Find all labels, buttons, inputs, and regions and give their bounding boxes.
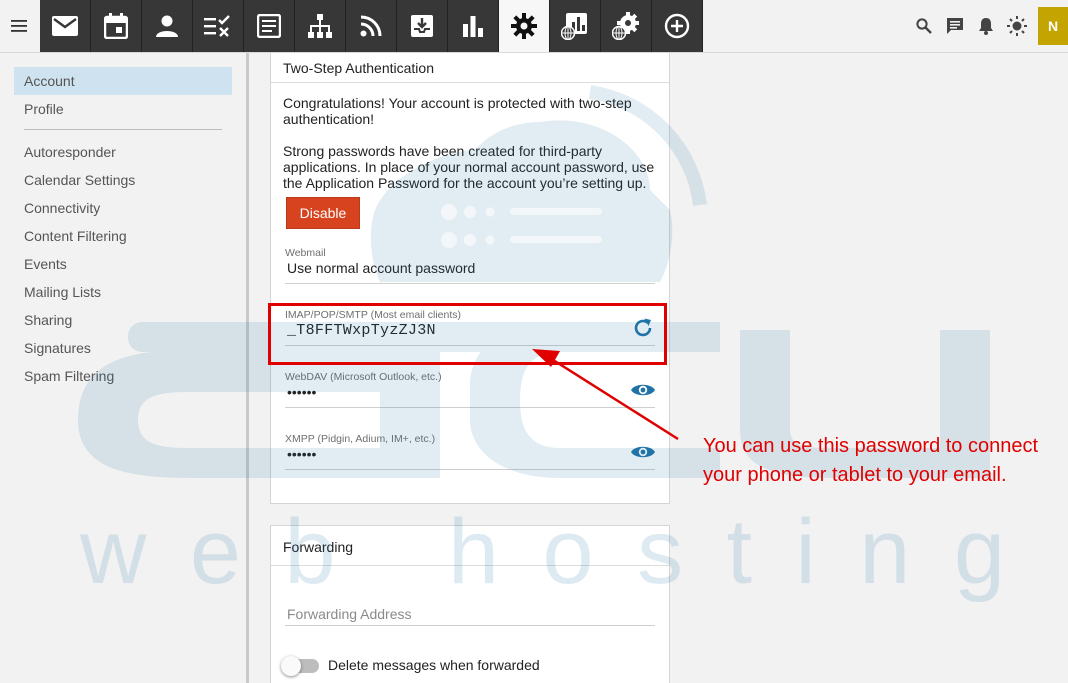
app-reports[interactable] xyxy=(448,0,499,52)
search-icon xyxy=(915,18,932,34)
two-step-info-text: Strong passwords have been created for t… xyxy=(283,143,655,191)
chat-icon xyxy=(946,18,963,34)
theme-button[interactable] xyxy=(1001,0,1032,52)
app-switcher xyxy=(40,0,703,52)
two-step-auth-card: Two-Step Authentication Congratulations!… xyxy=(270,53,670,504)
app-archive[interactable] xyxy=(397,0,448,52)
hamburger-menu-button[interactable] xyxy=(0,0,40,52)
notes-icon xyxy=(257,14,281,38)
app-mail[interactable] xyxy=(40,0,91,52)
sidebar-item-sharing[interactable]: Sharing xyxy=(14,306,232,334)
card-title-divider xyxy=(271,565,669,566)
sidebar-item-signatures[interactable]: Signatures xyxy=(14,334,232,362)
xmpp-password-value[interactable]: •••••• xyxy=(287,446,316,462)
sidebar-item-autoresponder[interactable]: Autoresponder xyxy=(14,138,232,166)
sidebar-item-profile[interactable]: Profile xyxy=(14,95,232,123)
app-calendar[interactable] xyxy=(91,0,142,52)
imap-highlight-box xyxy=(268,303,667,365)
bell-icon xyxy=(978,18,993,35)
xmpp-field-label: XMPP (Pidgin, Adium, IM+, etc.) xyxy=(285,433,436,445)
webmail-field-value: Use normal account password xyxy=(287,260,476,276)
webmail-field-label: Webmail xyxy=(285,247,326,259)
search-button[interactable] xyxy=(908,0,939,52)
domain-reports-icon xyxy=(561,13,587,40)
settings-content: Two-Step Authentication Congratulations!… xyxy=(249,53,1068,683)
app-add[interactable] xyxy=(652,0,703,52)
show-xmpp-password-button[interactable] xyxy=(629,438,657,466)
webdav-field-label: WebDAV (Microsoft Outlook, etc.) xyxy=(285,371,442,383)
app-domain-reports[interactable] xyxy=(550,0,601,52)
sidebar-separator xyxy=(24,129,222,130)
two-step-congrats-text: Congratulations! Your account is protect… xyxy=(283,95,632,127)
top-bar: N xyxy=(0,0,1068,53)
app-network[interactable] xyxy=(295,0,346,52)
app-contacts[interactable] xyxy=(142,0,193,52)
network-icon xyxy=(308,14,332,38)
field-underline xyxy=(285,469,655,470)
hamburger-icon xyxy=(11,20,27,32)
delete-forwarded-label: Delete messages when forwarded xyxy=(328,657,540,673)
field-underline xyxy=(285,283,655,284)
calendar-icon xyxy=(104,13,128,39)
contacts-icon xyxy=(156,15,178,37)
app-notes[interactable] xyxy=(244,0,295,52)
app-settings[interactable] xyxy=(499,0,550,52)
sidebar-item-mailing-lists[interactable]: Mailing Lists xyxy=(14,278,232,306)
archive-icon xyxy=(411,15,433,37)
sidebar-item-events[interactable]: Events xyxy=(14,250,232,278)
field-underline xyxy=(285,407,655,408)
sidebar-item-connectivity[interactable]: Connectivity xyxy=(14,194,232,222)
show-webdav-password-button[interactable] xyxy=(629,376,657,404)
bar-chart-icon xyxy=(463,16,483,37)
sidebar-item-content-filtering[interactable]: Content Filtering xyxy=(14,222,232,250)
eye-icon xyxy=(631,384,655,396)
sidebar-item-spam-filtering[interactable]: Spam Filtering xyxy=(14,362,232,390)
settings-sidebar: Account Profile Autoresponder Calendar S… xyxy=(0,53,246,683)
chat-button[interactable] xyxy=(939,0,970,52)
app-domain-settings[interactable] xyxy=(601,0,652,52)
card-title-divider xyxy=(271,82,669,83)
annotation-text: You can use this password to connect you… xyxy=(703,435,1039,486)
domain-settings-icon xyxy=(612,12,639,40)
disable-two-step-button[interactable]: Disable xyxy=(286,197,360,229)
delete-forwarded-toggle[interactable] xyxy=(281,656,319,676)
two-step-card-title: Two-Step Authentication xyxy=(283,60,434,76)
sidebar-item-calendar-settings[interactable]: Calendar Settings xyxy=(14,166,232,194)
webdav-password-value[interactable]: •••••• xyxy=(287,384,316,400)
forwarding-address-input[interactable]: Forwarding Address xyxy=(287,606,412,622)
top-bar-tools: N xyxy=(908,0,1068,52)
gear-icon xyxy=(511,13,537,39)
app-tasks[interactable] xyxy=(193,0,244,52)
eye-icon xyxy=(631,446,655,458)
sidebar-item-account[interactable]: Account xyxy=(14,67,232,95)
app-feeds[interactable] xyxy=(346,0,397,52)
theme-icon xyxy=(1006,16,1027,36)
forwarding-card: Forwarding Forwarding Address Delete mes… xyxy=(270,525,670,683)
forwarding-card-title: Forwarding xyxy=(283,539,354,555)
avatar-initial: N xyxy=(1047,18,1059,34)
mail-icon xyxy=(52,16,78,36)
rss-icon xyxy=(360,15,382,37)
avatar[interactable]: N xyxy=(1038,7,1068,45)
toggle-knob xyxy=(281,656,301,676)
plus-circle-icon xyxy=(664,13,690,39)
tasks-icon xyxy=(204,15,230,37)
notifications-button[interactable] xyxy=(970,0,1001,52)
field-underline xyxy=(285,625,655,626)
